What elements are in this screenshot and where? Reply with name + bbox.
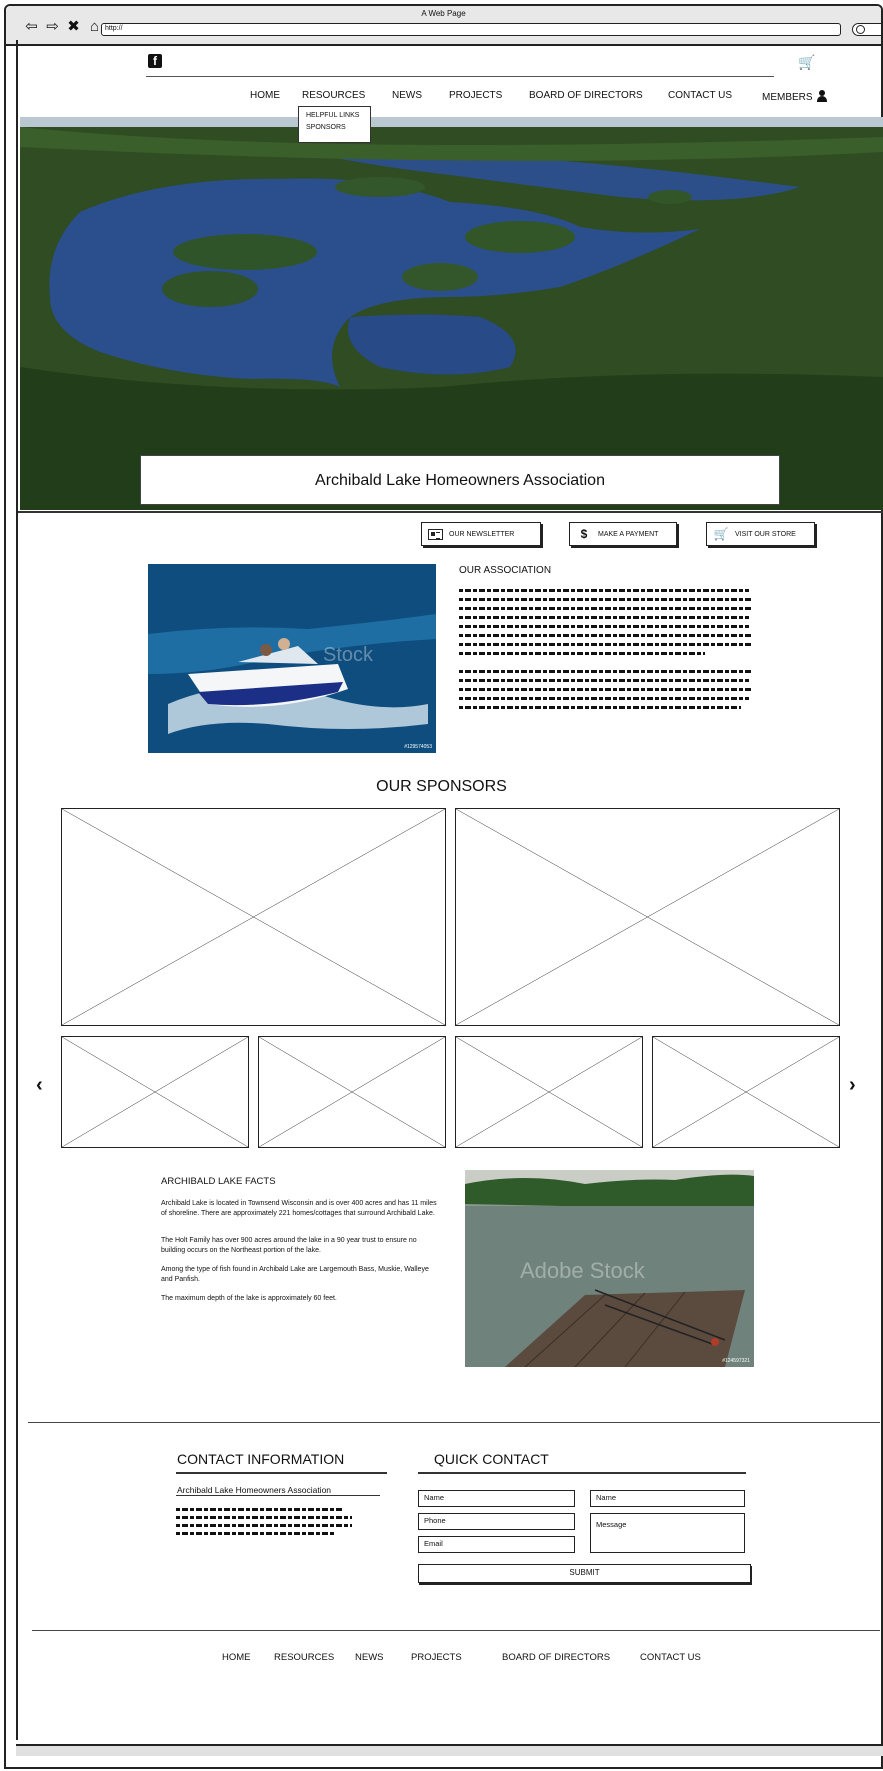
contact-heading: CONTACT INFORMATION: [177, 1451, 345, 1467]
fishing-dock-photo: Adobe Stock #124597321: [465, 1170, 754, 1367]
horizontal-scrollbar[interactable]: [16, 1744, 883, 1756]
titlebar: A Web Page ⇦ ⇨ ✖ ⌂ http://: [6, 6, 881, 46]
window-title: A Web Page: [421, 9, 466, 18]
about-text-line: [459, 706, 741, 709]
contact-text-line: [176, 1516, 352, 1519]
boat-illustration: [148, 564, 436, 753]
nav-board[interactable]: BOARD OF DIRECTORS: [529, 90, 643, 101]
cart-icon[interactable]: 🛒: [798, 54, 815, 71]
name-field-1[interactable]: Name: [418, 1490, 575, 1507]
about-text-line: [459, 598, 751, 601]
nav-members-label: MEMBERS: [762, 92, 813, 103]
contact-org-underline: [176, 1495, 380, 1496]
back-icon[interactable]: ⇦: [24, 19, 39, 34]
facts-paragraph: The Holt Family has over 900 acres aroun…: [161, 1237, 417, 1254]
forward-icon[interactable]: ⇨: [45, 19, 60, 34]
url-bar[interactable]: http://: [101, 23, 841, 36]
about-text-line: [459, 670, 751, 673]
store-label: VISIT OUR STORE: [735, 530, 796, 538]
newsletter-label: OUR NEWSLETTER: [449, 530, 515, 538]
facebook-icon[interactable]: f: [148, 54, 162, 68]
stop-icon[interactable]: ✖: [66, 19, 81, 34]
sponsor-placeholder-small[interactable]: [652, 1036, 840, 1148]
dropdown-sponsors[interactable]: SPONSORS: [306, 124, 370, 131]
about-heading: OUR ASSOCIATION: [459, 565, 552, 576]
page-edge: [16, 40, 18, 1740]
dollar-icon: $: [580, 527, 588, 541]
contact-text-line: [176, 1508, 342, 1511]
newsletter-icon: [428, 528, 443, 540]
footer-resources[interactable]: RESOURCES: [274, 1652, 334, 1663]
contact-text-line: [176, 1532, 334, 1535]
sponsor-placeholder-small[interactable]: [455, 1036, 643, 1148]
about-text-line: [459, 625, 749, 628]
sponsor-placeholder-large[interactable]: [61, 808, 446, 1026]
hero-divider: [18, 511, 883, 513]
submit-button[interactable]: SUBMIT: [418, 1564, 751, 1583]
footer-board[interactable]: BOARD OF DIRECTORS: [502, 1652, 610, 1663]
sponsor-placeholder-small[interactable]: [258, 1036, 446, 1148]
about-text-line: [459, 652, 705, 655]
footer-projects[interactable]: PROJECTS: [411, 1652, 462, 1663]
nav-projects[interactable]: PROJECTS: [449, 90, 502, 101]
nav-resources[interactable]: RESOURCES: [302, 90, 365, 101]
contact-org-name: Archibald Lake Homeowners Association: [177, 1485, 332, 1495]
about-text-line: [459, 679, 749, 682]
search-icon[interactable]: [852, 23, 881, 36]
boat-image-id: #129574053: [404, 744, 432, 750]
about-text-line: [459, 607, 751, 610]
payment-label: MAKE A PAYMENT: [598, 530, 659, 538]
footer-divider: [32, 1630, 880, 1631]
nav-members[interactable]: MEMBERS: [762, 90, 827, 103]
user-icon: [816, 90, 827, 102]
nav-contact[interactable]: CONTACT US: [668, 90, 732, 101]
boat-watermark: Stock: [323, 644, 374, 666]
about-text-line: [459, 697, 749, 700]
facts-paragraph: Archibald Lake is located in Townsend Wi…: [161, 1200, 437, 1217]
footer-home[interactable]: HOME: [222, 1652, 251, 1663]
sponsor-placeholder-large[interactable]: [455, 808, 840, 1026]
hero-caption: Archibald Lake Homeowners Association: [140, 455, 780, 505]
store-button[interactable]: 🛒 VISIT OUR STORE: [706, 522, 815, 546]
nav-news[interactable]: NEWS: [392, 90, 422, 101]
quick-contact-heading: QUICK CONTACT: [434, 1451, 549, 1467]
facts-heading: ARCHIBALD LAKE FACTS: [161, 1176, 276, 1187]
carousel-next-icon[interactable]: ›: [849, 1074, 856, 1097]
contact-text-line: [176, 1524, 352, 1527]
newsletter-button[interactable]: OUR NEWSLETTER: [421, 522, 541, 546]
section-divider: [28, 1422, 880, 1423]
footer-contact[interactable]: CONTACT US: [640, 1652, 701, 1663]
browser-nav-buttons: ⇦ ⇨ ✖ ⌂: [24, 19, 102, 34]
nav-home[interactable]: HOME: [250, 90, 280, 101]
fishing-watermark: Adobe Stock: [520, 1258, 645, 1283]
about-text-line: [459, 634, 751, 637]
sponsors-heading: OUR SPONSORS: [376, 778, 507, 795]
quick-contact-rule: [418, 1472, 746, 1474]
name-field-2[interactable]: Name: [590, 1490, 745, 1507]
cart-icon: 🛒: [713, 527, 729, 541]
email-field[interactable]: Email: [418, 1536, 575, 1553]
resources-dropdown: HELPFUL LINKS SPONSORS: [298, 106, 371, 143]
about-text-line: [459, 616, 749, 619]
header-divider: [146, 76, 774, 77]
phone-field[interactable]: Phone: [418, 1513, 575, 1530]
hero-lake-image: Archibald Lake Homeowners Association: [20, 117, 883, 510]
facts-paragraph: The maximum depth of the lake is approxi…: [161, 1295, 337, 1302]
about-text-line: [459, 643, 751, 646]
main-nav: HOME RESOURCES NEWS PROJECTS BOARD OF DI…: [0, 90, 883, 104]
contact-heading-rule: [176, 1472, 387, 1474]
carousel-prev-icon[interactable]: ‹: [36, 1074, 43, 1097]
facts-paragraph: Among the type of fish found in Archibal…: [161, 1266, 429, 1283]
sponsor-placeholder-small[interactable]: [61, 1036, 249, 1148]
message-field[interactable]: Message: [590, 1513, 745, 1553]
boat-photo: Stock #129574053: [148, 564, 436, 753]
about-text-line: [459, 688, 751, 691]
about-text-line: [459, 589, 749, 592]
fishing-image-id: #124597321: [722, 1358, 750, 1364]
home-icon[interactable]: ⌂: [87, 19, 102, 34]
footer-news[interactable]: NEWS: [355, 1652, 384, 1663]
dropdown-helpful-links[interactable]: HELPFUL LINKS: [306, 112, 370, 119]
lake-illustration: [20, 117, 883, 510]
payment-button[interactable]: $ MAKE A PAYMENT: [569, 522, 677, 546]
